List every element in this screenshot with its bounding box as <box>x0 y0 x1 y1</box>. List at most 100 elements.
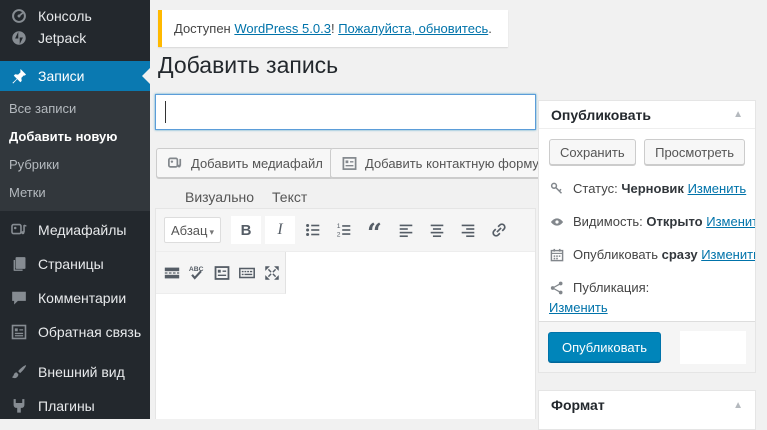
contact-form-icon <box>341 155 358 172</box>
contact-form-toolbar-button[interactable] <box>213 260 231 286</box>
appearance-icon <box>10 363 28 381</box>
spellcheck-icon: ABC <box>189 266 204 280</box>
edit-visibility-link[interactable]: Изменить <box>706 214 755 229</box>
link-icon <box>491 223 506 237</box>
bold-button[interactable]: B <box>231 216 261 244</box>
edit-publicize-link[interactable]: Изменить <box>549 300 608 315</box>
align-center-button[interactable] <box>423 217 450 243</box>
sidebar-item-plugins[interactable]: Плагины <box>0 389 150 423</box>
align-right-button[interactable] <box>454 217 481 243</box>
please-update-link[interactable]: Пожалуйста, обновитесь <box>338 21 488 36</box>
sidebar-item-comments[interactable]: Комментарии <box>0 281 150 315</box>
publish-panel: Опубликовать Сохранить Просмотреть Стату… <box>538 100 756 373</box>
sidebar-item-posts[interactable]: Записи <box>0 61 150 91</box>
align-center-icon <box>430 224 443 238</box>
italic-button[interactable]: I <box>265 216 295 244</box>
sidebar-item-media[interactable]: Медиафайлы <box>0 213 150 247</box>
blockquote-button[interactable] <box>361 217 388 243</box>
align-left-icon <box>399 224 412 238</box>
pin-icon <box>10 67 28 85</box>
sidebar-item-dashboard[interactable]: Консоль <box>0 5 150 27</box>
publish-button[interactable]: Опубликовать <box>548 332 662 362</box>
edit-schedule-link[interactable]: Изменить <box>701 247 755 262</box>
minor-publishing-actions: Сохранить Просмотреть <box>547 139 747 165</box>
numbered-list-icon: 12 <box>336 223 350 238</box>
submenu-item-all-posts[interactable]: Все записи <box>0 95 150 123</box>
toolbar-toggle-button[interactable] <box>238 260 256 286</box>
calendar-icon <box>549 247 565 263</box>
sidebar-item-label: Комментарии <box>38 290 127 306</box>
dashboard-icon <box>10 7 28 25</box>
sidebar-item-label: Медиафайлы <box>38 222 127 238</box>
sidebar-item-pages[interactable]: Страницы <box>0 247 150 281</box>
editor-toolbar-row2: ABC <box>156 252 286 294</box>
post-schedule-text: Опубликовать сразу Изменить <box>573 247 755 262</box>
sidebar-item-label: Плагины <box>38 398 95 414</box>
edit-status-link[interactable]: Изменить <box>688 181 747 196</box>
wordpress-admin-screen: { "page_title": "Добавить запись", "colo… <box>0 0 767 430</box>
text-caret <box>165 101 166 123</box>
eye-icon <box>549 214 565 230</box>
post-title-field-wrap <box>155 94 536 130</box>
sidebar-item-label: Обратная связь <box>38 324 142 340</box>
jetpack-icon <box>10 29 28 47</box>
comments-icon <box>10 289 28 307</box>
read-more-button[interactable] <box>163 260 181 286</box>
numbered-list-button[interactable]: 12 <box>330 217 357 243</box>
format-panel: Формат <box>538 390 756 430</box>
publish-panel-title: Опубликовать <box>551 106 651 123</box>
wordpress-update-link[interactable]: WordPress 5.0.3 <box>234 21 331 36</box>
align-right-icon <box>461 224 474 238</box>
save-draft-button[interactable]: Сохранить <box>549 139 636 165</box>
schedule-label: Опубликовать <box>573 247 659 262</box>
publish-panel-header[interactable]: Опубликовать <box>539 101 755 129</box>
insert-link-button[interactable] <box>485 217 512 243</box>
share-icon <box>549 280 565 296</box>
add-contact-form-label: Добавить контактную форму <box>365 155 539 171</box>
admin-sidebar: Консоль Jetpack Записи Все записи Добави… <box>0 0 150 419</box>
post-visibility-row: Видимость: Открыто Изменить <box>549 214 755 230</box>
svg-text:2: 2 <box>336 231 340 238</box>
format-panel-header[interactable]: Формат <box>539 391 755 419</box>
submenu-item-categories[interactable]: Рубрики <box>0 151 150 179</box>
sidebar-item-feedback[interactable]: Обратная связь <box>0 315 150 349</box>
update-notice: Доступен WordPress 5.0.3! Пожалуйста, об… <box>158 10 508 47</box>
editor-canvas[interactable] <box>156 295 535 419</box>
collapse-icon[interactable] <box>733 109 743 120</box>
status-value: Черновик <box>621 181 684 196</box>
submenu-item-add-new[interactable]: Добавить новую <box>0 123 150 151</box>
sidebar-item-label: Jetpack <box>38 30 87 46</box>
bullet-list-icon <box>305 223 319 237</box>
keyboard-icon <box>239 267 255 278</box>
tab-text[interactable]: Текст <box>272 189 307 205</box>
spellcheck-button[interactable]: ABC <box>188 260 206 286</box>
add-contact-form-button[interactable]: Добавить контактную форму <box>330 148 550 178</box>
align-left-button[interactable] <box>392 217 419 243</box>
editor-toolbar-row1: Абзац B I 12 <box>156 209 535 252</box>
add-media-label: Добавить медиафайл <box>191 155 323 171</box>
page-title: Добавить запись <box>158 52 339 78</box>
chevron-down-icon <box>209 223 214 238</box>
schedule-value: сразу <box>661 247 698 262</box>
key-icon <box>549 181 565 197</box>
sidebar-item-label: Записи <box>38 68 85 84</box>
submenu-item-tags[interactable]: Метки <box>0 179 150 207</box>
post-status-text: Статус: Черновик Изменить <box>573 181 746 196</box>
status-label: Статус: <box>573 181 618 196</box>
bold-glyph: B <box>240 221 252 239</box>
sidebar-item-label: Консоль <box>38 8 92 24</box>
preview-button[interactable]: Просмотреть <box>644 139 745 165</box>
collapse-icon[interactable] <box>733 400 743 411</box>
media-icon <box>10 221 28 239</box>
blockquote-icon <box>367 222 382 238</box>
bullet-list-button[interactable] <box>299 217 326 243</box>
sidebar-item-jetpack[interactable]: Jetpack <box>0 27 150 49</box>
post-title-input[interactable] <box>156 95 535 129</box>
paragraph-format-dropdown[interactable]: Абзац <box>164 217 221 243</box>
blank-overlay <box>680 330 746 364</box>
fullscreen-button[interactable] <box>263 260 281 286</box>
notice-text: Доступен <box>174 21 231 36</box>
tab-visual[interactable]: Визуально <box>185 189 254 205</box>
add-media-button[interactable]: Добавить медиафайл <box>156 148 334 178</box>
sidebar-item-appearance[interactable]: Внешний вид <box>0 355 150 389</box>
